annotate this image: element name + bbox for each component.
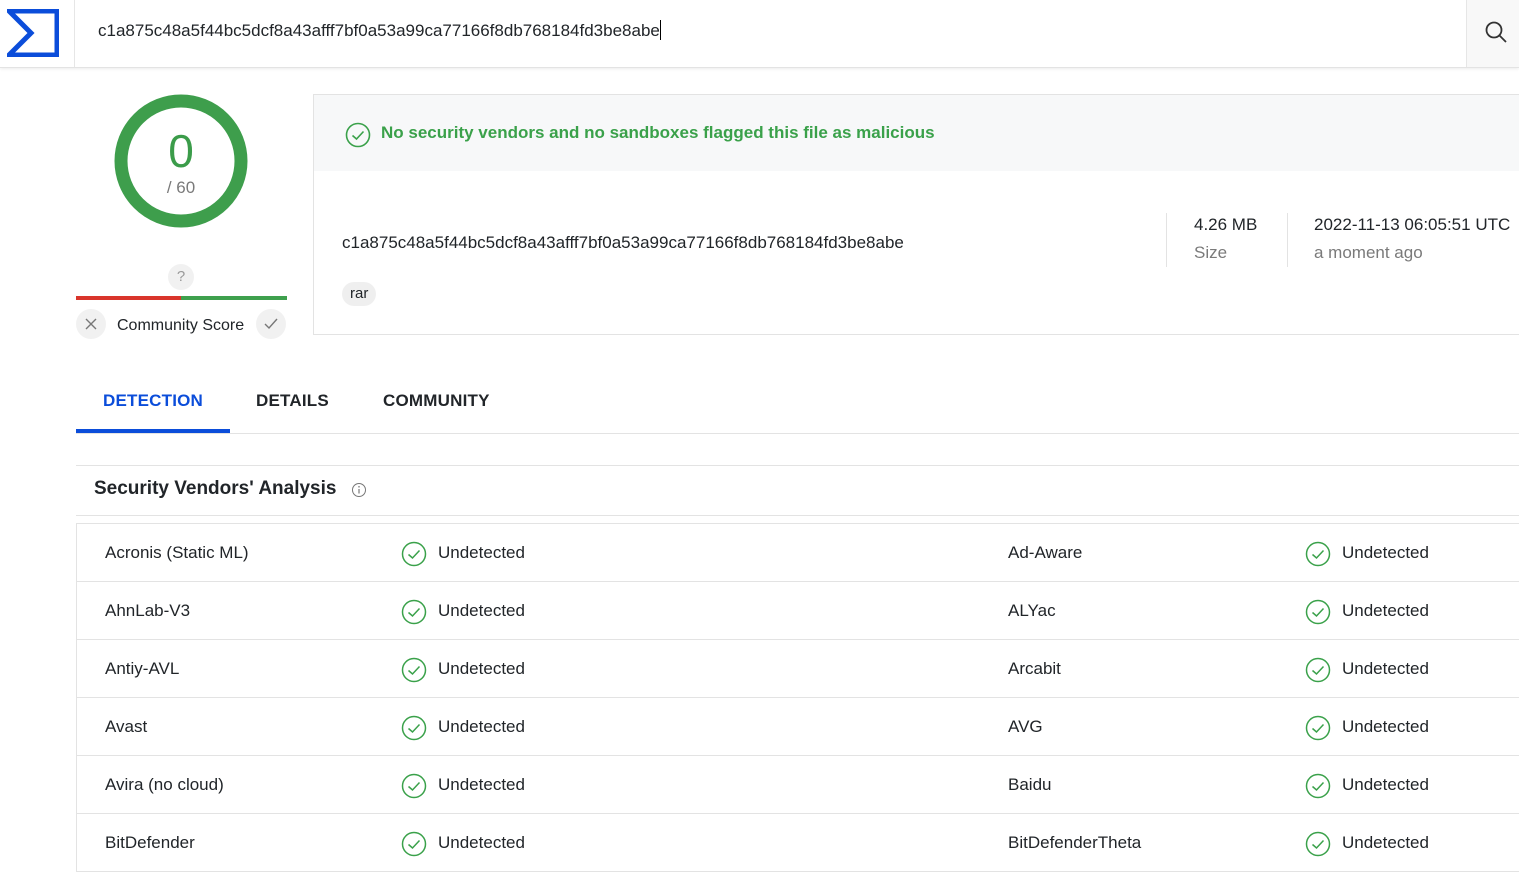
meta-divider bbox=[1166, 213, 1167, 267]
check-circle-icon bbox=[401, 831, 427, 862]
search-input[interactable]: c1a875c48a5f44bc5dcf8a43afff7bf0a53a99ca… bbox=[98, 20, 661, 41]
vendors-table: Acronis (Static ML) Undetected Ad-Aware Und… bbox=[76, 523, 1519, 872]
vote-harmless-button[interactable] bbox=[256, 309, 286, 339]
analysis-date-value: 2022-11-13 06:05:51 UTC bbox=[1314, 215, 1511, 234]
text-caret bbox=[659, 20, 661, 40]
section-divider bbox=[76, 465, 1519, 466]
vendor-result: Undetected bbox=[1342, 775, 1429, 794]
top-bar: c1a875c48a5f44bc5dcf8a43afff7bf0a53a99ca… bbox=[0, 0, 1519, 68]
vendor-result: Undetected bbox=[438, 833, 525, 852]
vendor-result: Undetected bbox=[1342, 717, 1429, 736]
vendor-result: Undetected bbox=[438, 659, 525, 678]
tab-community[interactable]: COMMUNITY bbox=[383, 391, 490, 411]
close-icon bbox=[85, 318, 97, 330]
vendor-name: Arcabit bbox=[1008, 659, 1061, 678]
vote-harmful-button[interactable] bbox=[76, 309, 106, 339]
tabs-divider bbox=[76, 433, 1519, 434]
check-circle-icon bbox=[401, 715, 427, 746]
check-circle-icon bbox=[1305, 541, 1331, 572]
vendor-name: AhnLab-V3 bbox=[105, 601, 191, 620]
search-icon bbox=[1485, 21, 1507, 43]
verdict-message: No security vendors and no sandboxes fla… bbox=[381, 123, 935, 142]
community-bar-negative bbox=[76, 296, 181, 300]
vendor-name: ALYac bbox=[1008, 601, 1056, 620]
community-score-label: Community Score bbox=[117, 317, 245, 334]
engine-total: / 60 bbox=[166, 178, 196, 197]
vendor-result: Undetected bbox=[1342, 659, 1429, 678]
table-row: Acronis (Static ML) Undetected Ad-Aware Und… bbox=[77, 524, 1519, 582]
table-row: BitDefender Undetected BitDefenderTheta Und… bbox=[77, 814, 1519, 872]
table-row: Avira (no cloud) Undetected Baidu Undetecte… bbox=[77, 756, 1519, 814]
vendor-result: Undetected bbox=[1342, 601, 1429, 620]
vendor-name: Avast bbox=[105, 717, 148, 736]
checkmark-icon bbox=[264, 318, 278, 330]
file-summary-card: No security vendors and no sandboxes fla… bbox=[313, 94, 1519, 335]
vendor-name: BitDefender bbox=[105, 833, 195, 852]
verdict-banner: No security vendors and no sandboxes fla… bbox=[314, 95, 1519, 171]
table-row: Antiy-AVL Undetected Arcabit Undetected bbox=[77, 640, 1519, 698]
check-circle-icon bbox=[401, 657, 427, 688]
file-hash[interactable]: c1a875c48a5f44bc5dcf8a43afff7bf0a53a99ca… bbox=[342, 233, 904, 253]
vendor-result: Undetected bbox=[438, 543, 525, 562]
section-divider bbox=[76, 515, 1519, 516]
check-circle-icon bbox=[1305, 657, 1331, 688]
check-circle-icon bbox=[1305, 599, 1331, 630]
search-button[interactable] bbox=[1466, 0, 1519, 67]
community-bar-positive bbox=[181, 296, 287, 300]
vendor-name: AVG bbox=[1008, 717, 1043, 736]
table-row: AhnLab-V3 Undetected ALYac Undetected bbox=[77, 582, 1519, 640]
file-size-value: 4.26 MB bbox=[1194, 215, 1258, 234]
detection-count: 0 bbox=[168, 125, 194, 177]
vendor-result: Undetected bbox=[1342, 833, 1429, 852]
check-circle-icon bbox=[1305, 773, 1331, 804]
check-circle-icon bbox=[345, 122, 371, 148]
search-input-value: c1a875c48a5f44bc5dcf8a43afff7bf0a53a99ca… bbox=[98, 21, 660, 40]
vendor-name: Acronis (Static ML) bbox=[105, 543, 249, 562]
tab-details[interactable]: DETAILS bbox=[256, 391, 329, 411]
logo-icon bbox=[7, 9, 59, 57]
vendor-name: Baidu bbox=[1008, 775, 1052, 794]
vendor-result: Undetected bbox=[438, 775, 525, 794]
file-size-label: Size bbox=[1194, 243, 1228, 262]
community-score-unknown: ? bbox=[168, 264, 194, 290]
meta-divider bbox=[1287, 213, 1288, 267]
tab-detection[interactable]: DETECTION bbox=[103, 391, 203, 411]
vendor-name: Antiy-AVL bbox=[105, 659, 180, 678]
vendor-name: BitDefenderTheta bbox=[1008, 833, 1142, 852]
check-circle-icon bbox=[1305, 715, 1331, 746]
vendor-result: Undetected bbox=[1342, 543, 1429, 562]
table-row: Avast Undetected AVG Undetected bbox=[77, 698, 1519, 756]
vendor-result: Undetected bbox=[438, 601, 525, 620]
vendor-result: Undetected bbox=[438, 717, 525, 736]
analysis-date-relative: a moment ago bbox=[1314, 243, 1423, 262]
file-type-tag[interactable]: rar bbox=[342, 282, 377, 306]
check-circle-icon bbox=[401, 541, 427, 572]
check-circle-icon bbox=[401, 773, 427, 804]
check-circle-icon bbox=[1305, 831, 1331, 862]
check-circle-icon bbox=[401, 599, 427, 630]
virustotal-logo[interactable] bbox=[0, 0, 75, 67]
vendor-name: Avira (no cloud) bbox=[105, 775, 224, 794]
section-title: Security Vendors' Analysis bbox=[94, 478, 337, 499]
info-icon[interactable] bbox=[351, 482, 367, 498]
vendor-name: Ad-Aware bbox=[1008, 543, 1083, 562]
